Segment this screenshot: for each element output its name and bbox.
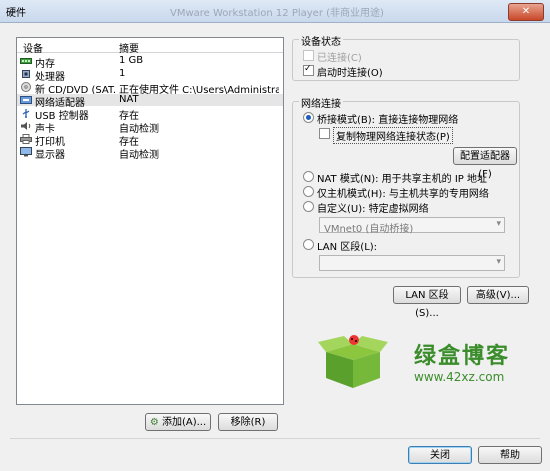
watermark-url: www.42xz.com xyxy=(414,370,505,384)
device-summary: 1 GB xyxy=(119,55,144,66)
custom-network-value: VMnet0 (自动桥接) xyxy=(324,224,414,235)
window-title: 硬件 xyxy=(6,8,26,19)
cd-dvd-icon xyxy=(21,82,31,92)
custom-network-radio[interactable] xyxy=(303,201,314,212)
connected-checkbox[interactable] xyxy=(303,50,314,61)
device-row-display[interactable]: 显示器 自动检测 xyxy=(17,146,283,161)
close-window-button[interactable]: ✕ xyxy=(508,3,544,21)
network-connection-group: 网络连接 桥接模式(B): 直接连接物理网络 复制物理网络连接状态(P) 配置适… xyxy=(292,95,520,278)
watermark-title: 绿盒博客 xyxy=(414,344,511,369)
custom-network-label: 自定义(U): 特定虚拟网络 xyxy=(317,204,429,215)
sound-card-icon xyxy=(21,122,31,130)
usb-icon xyxy=(22,109,30,118)
add-device-button[interactable]: ⚙ 添加(A)... xyxy=(145,413,211,431)
device-row-memory[interactable]: 内存 1 GB xyxy=(17,55,283,70)
add-device-button-label: 添加(A)... xyxy=(161,417,207,428)
column-header-device[interactable]: 设备 xyxy=(23,40,43,55)
column-header-summary[interactable]: 摘要 xyxy=(119,40,139,55)
nat-mode-label: NAT 模式(N): 用于共享主机的 IP 地址 xyxy=(317,174,487,185)
host-only-mode-radio[interactable] xyxy=(303,186,314,197)
replicate-physical-state-label: 复制物理网络连接状态(P) xyxy=(333,127,453,144)
device-row-printer[interactable]: 打印机 存在 xyxy=(17,133,283,148)
bridged-mode-radio[interactable] xyxy=(303,112,314,123)
connected-label: 已连接(C) xyxy=(317,53,362,64)
device-list-header: 设备 摘要 xyxy=(17,38,283,55)
lan-segment-label: LAN 区段(L): xyxy=(317,242,378,253)
device-summary: NAT xyxy=(119,94,139,105)
background-window-title: VMware Workstation 12 Player (非商业用途) xyxy=(170,8,384,19)
host-only-mode-label: 仅主机模式(H): 与主机共享的专用网络 xyxy=(317,189,489,200)
nat-mode-radio[interactable] xyxy=(303,171,314,182)
close-button[interactable]: 关闭 xyxy=(408,446,472,464)
device-row-sound-card[interactable]: 声卡 自动检测 xyxy=(17,120,283,135)
device-row-network-adapter[interactable]: 网络适配器 NAT xyxy=(17,94,283,109)
replicate-physical-state-checkbox[interactable] xyxy=(319,128,330,139)
device-status-title: 设备状态 xyxy=(299,33,343,48)
network-connection-title: 网络连接 xyxy=(299,95,343,110)
device-summary: 1 xyxy=(119,68,126,79)
printer-icon xyxy=(20,134,32,144)
device-list[interactable]: 设备 摘要 内存 1 GB 处理器 1 新 CD/DVD (SAT... 正在使… xyxy=(16,37,284,405)
lan-segment-radio[interactable] xyxy=(303,239,314,250)
display-icon xyxy=(20,147,32,157)
network-adapter-icon xyxy=(20,96,32,104)
processor-icon xyxy=(22,70,30,78)
green-box-logo-icon xyxy=(318,335,388,388)
lan-segments-button[interactable]: LAN 区段(S)... xyxy=(393,286,461,319)
connect-at-power-on-label: 启动时连接(O) xyxy=(317,68,383,79)
chevron-down-icon: ▾ xyxy=(496,219,501,229)
remove-device-button[interactable]: 移除(R) xyxy=(218,413,278,431)
title-bar: 硬件 VMware Workstation 12 Player (非商业用途) … xyxy=(0,0,550,23)
device-row-usb-controller[interactable]: USB 控制器 存在 xyxy=(17,107,283,122)
watermark: 绿盒博客 www.42xz.com xyxy=(318,330,538,390)
device-status-group: 设备状态 已连接(C) 启动时连接(O) xyxy=(292,33,520,81)
lan-segment-select[interactable]: ▾ xyxy=(319,255,505,271)
connect-at-power-on-checkbox[interactable] xyxy=(303,64,314,76)
help-button[interactable]: 帮助 xyxy=(478,446,542,464)
advanced-button[interactable]: 高级(V)... xyxy=(467,286,529,304)
device-summary: 自动检测 xyxy=(119,150,159,161)
custom-network-select[interactable]: VMnet0 (自动桥接) ▾ xyxy=(319,217,505,235)
device-row-cd-dvd[interactable]: 新 CD/DVD (SAT... 正在使用文件 C:\Users\Adminis… xyxy=(17,81,283,96)
chevron-down-icon: ▾ xyxy=(496,257,501,267)
configure-adapters-button[interactable]: 配置适配器(F) xyxy=(453,147,517,180)
footer-divider xyxy=(10,438,540,439)
device-row-processor[interactable]: 处理器 1 xyxy=(17,68,283,83)
bridged-mode-label: 桥接模式(B): 直接连接物理网络 xyxy=(317,115,459,126)
device-name: 显示器 xyxy=(35,150,65,161)
add-hardware-icon: ⚙ xyxy=(149,417,159,428)
memory-icon xyxy=(20,58,32,64)
